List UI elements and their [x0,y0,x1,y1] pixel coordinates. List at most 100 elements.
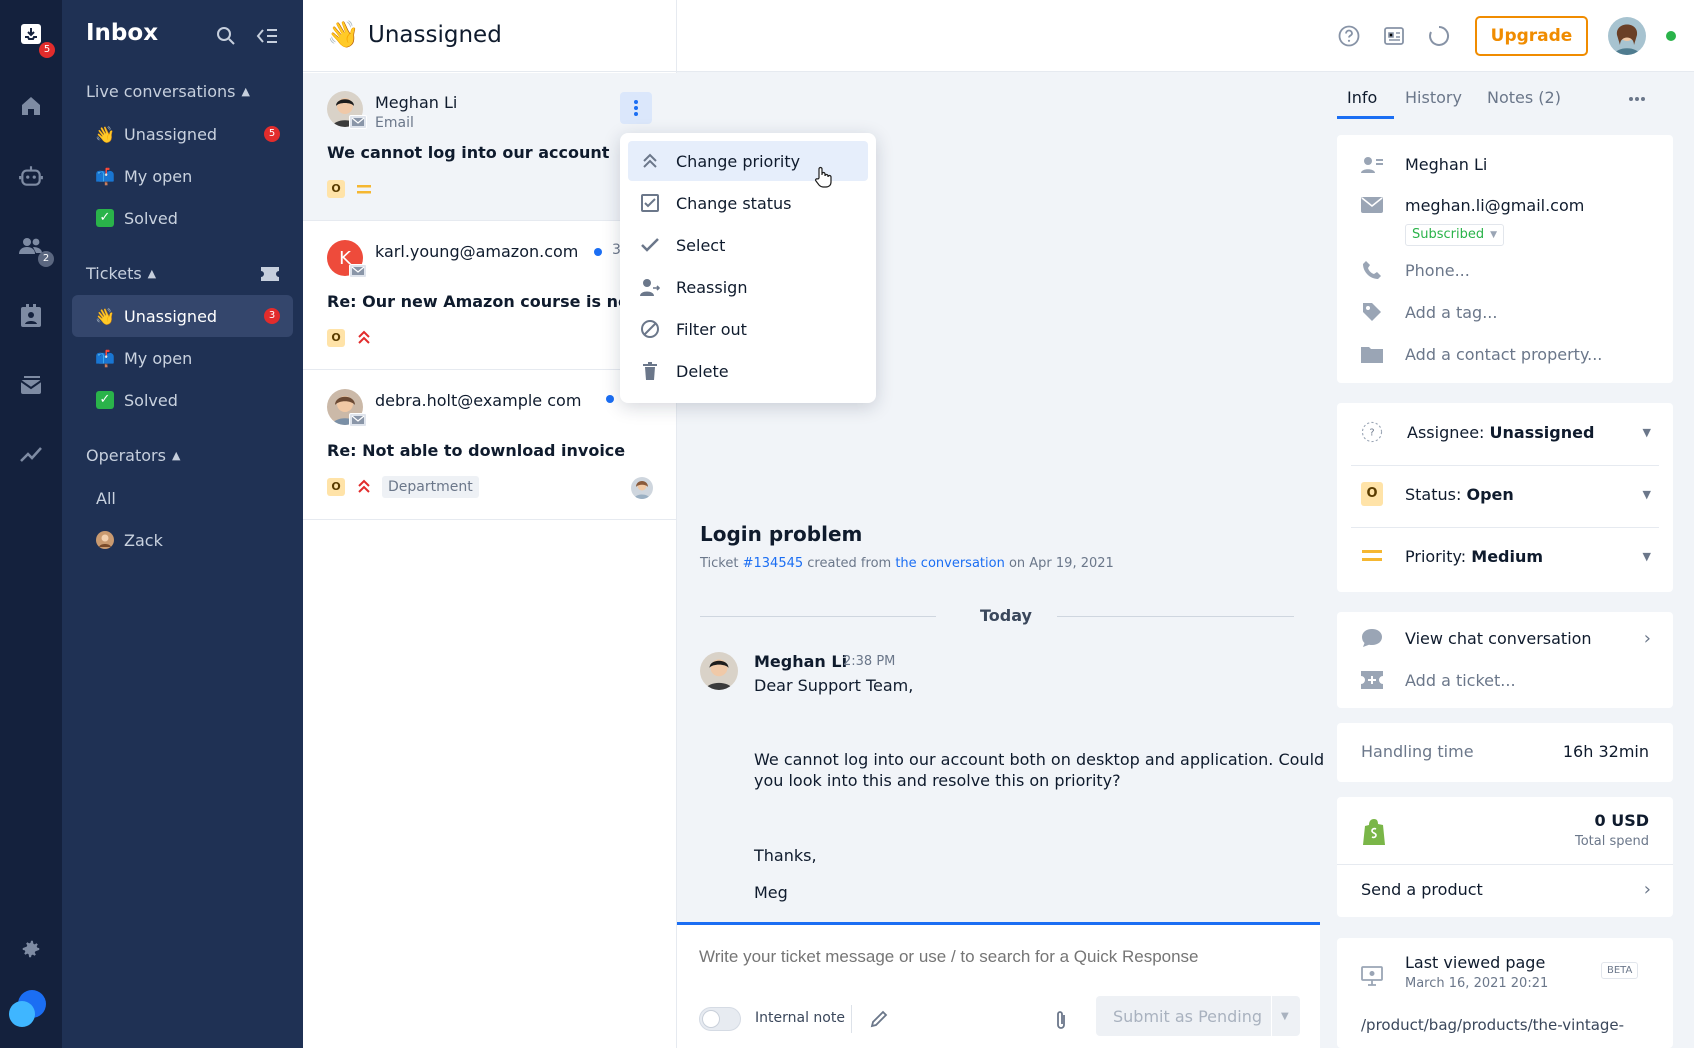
wave-hand-icon: 👋 [95,124,115,144]
menu-change-status[interactable]: Change status [628,183,868,223]
phone-row[interactable]: Phone... [1361,259,1470,281]
live-my-open-item[interactable]: 📫 My open [72,155,293,197]
add-tag-row[interactable]: Add a tag... [1361,301,1497,323]
folder-icon [1361,343,1383,365]
search-icon[interactable] [216,26,236,46]
menu-filter-out[interactable]: Filter out [628,309,868,349]
last-viewed-card: Last viewed page March 16, 2021 20:21 BE… [1337,938,1673,1048]
chevron-right-icon: › [1643,879,1651,900]
email-channel-icon [349,264,367,278]
menu-delete[interactable]: Delete [628,351,868,391]
paperclip-icon[interactable] [1053,1009,1069,1031]
unread-dot [606,395,614,403]
logo-icon [9,990,46,1027]
more-horizontal-icon[interactable] [1628,96,1646,102]
team-rail-button[interactable]: 2 [11,226,54,267]
sidebar-title: Inbox [86,20,159,46]
bot-rail-button[interactable] [11,156,51,196]
channel-label: Email [375,115,414,131]
email-channel-icon [349,413,367,427]
tickets-unassigned-item[interactable]: 👋 Unassigned 3 [72,295,293,337]
add-property-row[interactable]: Add a contact property... [1361,343,1602,365]
message-input[interactable] [699,943,1299,971]
tab-info[interactable]: Info [1347,88,1377,107]
settings-rail-button[interactable] [11,929,51,969]
tickets-solved-item[interactable]: ✓ Solved [72,379,293,421]
internal-note-toggle[interactable] [699,1007,741,1031]
conversation-link[interactable]: the conversation [895,556,1004,571]
subscribed-dropdown[interactable]: Subscribed ▼ [1405,224,1505,246]
email-channel-icon [349,115,367,129]
upgrade-button[interactable]: Upgrade [1475,16,1588,56]
home-rail-button[interactable] [11,86,51,126]
ticket-icon[interactable] [261,267,279,281]
divider-line [1057,616,1294,617]
mail-stack-icon [20,376,42,394]
priority-dropdown[interactable]: Priority: Medium ▼ [1361,545,1651,567]
home-icon [22,97,40,115]
pencil-icon[interactable] [869,1009,889,1029]
inbox-badge: 5 [39,42,55,58]
assignment-card: ? Assignee: Unassigned ▼ O Status: Open ▼ Pr… [1337,403,1673,592]
inbox-icon [21,24,41,44]
handling-time-value: 16h 32min [1562,742,1649,761]
help-icon[interactable] [1338,25,1360,47]
mail-rail-button[interactable] [11,366,51,406]
ticket-title: Login problem [700,522,863,546]
send-product-row[interactable]: Send a product › [1361,879,1651,900]
more-options-button[interactable] [620,92,652,124]
menu-change-priority[interactable]: Change priority [628,141,868,181]
live-solved-item[interactable]: ✓ Solved [72,197,293,239]
loading-ring-icon[interactable] [1428,25,1450,47]
chevron-right-icon: › [1643,627,1651,649]
contacts-rail-button[interactable] [11,296,51,336]
tab-history[interactable]: History [1405,88,1462,107]
last-viewed-url[interactable]: /product/bag/products/the-vintage- [1361,1016,1661,1034]
contact-card: Meghan Li meghan.li@gmail.com Subscribed… [1337,135,1673,383]
inbox-rail-button[interactable]: 5 [11,14,55,58]
wave-hand-icon: 👋 [327,20,360,50]
collapse-sidebar-icon[interactable] [256,28,278,44]
team-badge: 2 [38,251,54,267]
person-arrow-icon [640,279,660,296]
status-badge: O [1361,482,1383,506]
tickets-heading[interactable]: Tickets ▲ [86,264,156,283]
tab-notes[interactable]: Notes (2) [1487,88,1561,107]
chevron-down-icon: ▼ [1642,487,1651,501]
submit-button[interactable]: Submit as Pending ▼ [1096,996,1300,1036]
double-chevron-up-icon [643,153,657,168]
chevron-up-icon: ▲ [241,85,250,98]
envelope-icon [1361,194,1383,216]
avatar [700,652,738,690]
trash-icon [643,362,657,380]
phone-icon [1361,259,1383,281]
message-body-line-2: you look into this and resolve this on p… [754,771,1121,790]
handling-time-label: Handling time [1361,742,1474,761]
add-ticket-row[interactable]: Add a ticket... [1361,669,1516,691]
chevron-down-icon: ▼ [1642,425,1651,439]
view-chat-row[interactable]: View chat conversation › [1361,627,1651,649]
status-dropdown[interactable]: O Status: Open ▼ [1361,482,1651,506]
operator-zack-item[interactable]: Zack [72,519,293,561]
ticket-id-link[interactable]: #134545 [743,556,804,571]
live-conversations-heading[interactable]: Live conversations ▲ [86,82,250,101]
list-header: 👋 Unassigned [303,0,677,72]
tickets-my-open-item[interactable]: 📫 My open [72,337,293,379]
conversation-context-menu: Change priority Change status Select Rea… [620,133,876,403]
assignee-dropdown[interactable]: ? Assignee: Unassigned ▼ [1361,421,1651,443]
priority-medium-icon [1361,545,1383,567]
analytics-rail-button[interactable] [11,434,51,474]
menu-reassign[interactable]: Reassign [628,267,868,307]
news-icon[interactable] [1383,25,1405,47]
operators-all-item[interactable]: All [72,477,293,519]
operators-heading[interactable]: Operators ▲ [86,446,180,465]
related-card: View chat conversation › Add a ticket... [1337,612,1673,708]
user-avatar[interactable] [1608,17,1646,55]
chevron-down-icon[interactable]: ▼ [1272,1011,1289,1022]
contact-name: debra.holt@example com [375,391,582,410]
live-unassigned-item[interactable]: 👋 Unassigned 5 [72,113,293,155]
message-greeting: Dear Support Team, [754,676,914,695]
menu-select[interactable]: Select [628,225,868,265]
contact-name: karl.young@amazon.com [375,242,579,261]
handling-time-card: Handling time 16h 32min [1337,723,1673,782]
